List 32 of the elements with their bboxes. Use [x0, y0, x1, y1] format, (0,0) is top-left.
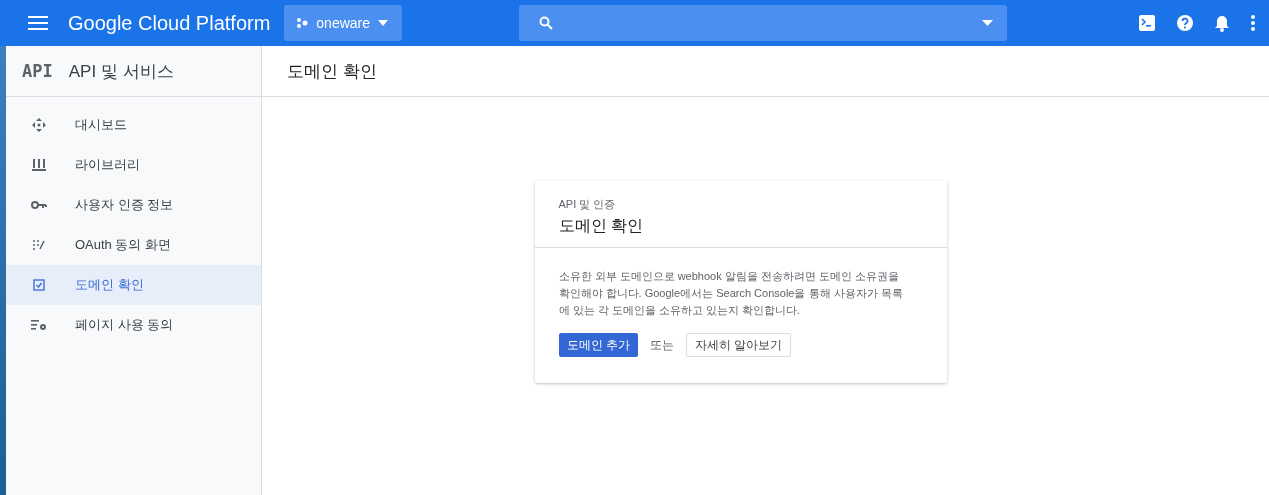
search-field[interactable]: [519, 5, 1008, 41]
library-icon: [32, 158, 46, 172]
app-title: Google Cloud Platform: [68, 11, 271, 35]
sidebar-item[interactable]: 도메인 확인: [6, 265, 261, 305]
more-icon[interactable]: [1251, 15, 1255, 31]
menu-icon[interactable]: [28, 16, 48, 30]
card-subtitle: API 및 인증: [558, 197, 617, 212]
add-domain-button[interactable]: 도메인 추가: [558, 333, 638, 357]
sidebar-item[interactable]: 라이브러리: [6, 145, 261, 185]
move-icon: [32, 118, 46, 132]
caret-icon: [378, 20, 389, 26]
learn-more-button[interactable]: 자세히 알아보기: [685, 333, 792, 357]
sidebar-item[interactable]: 대시보드: [6, 105, 261, 145]
or-label: 또는: [649, 336, 674, 354]
sidebar-item[interactable]: 사용자 인증 정보: [6, 185, 261, 225]
search-icon: [539, 16, 554, 30]
checkbox-icon: [33, 279, 45, 291]
sidebar-title: API 및 서비스: [68, 60, 174, 83]
sidebar-item[interactable]: OAuth 동의 화면: [6, 225, 261, 265]
list-gear-icon: [31, 319, 47, 331]
terminal-icon[interactable]: [1139, 15, 1155, 31]
dots-icon: [32, 239, 46, 251]
help-icon[interactable]: [1177, 15, 1193, 31]
description: 소유한 외부 도메인으로 webhook 알림을 전송하려면 도메인 소유권을 확인해야 합니다. Google에서는 Search Console을 통해 사용자가 목록에 있는 각 도메인을 소유하고 있는지 확인합니다.: [558, 269, 904, 318]
api-logo: API: [22, 61, 53, 81]
card-title: 도메인 확인: [558, 216, 644, 236]
sidebar-item[interactable]: 페이지 사용 동의: [6, 305, 261, 345]
bell-icon[interactable]: [1215, 14, 1229, 32]
page-title: 도메인 확인: [287, 60, 377, 83]
caret-icon[interactable]: [982, 20, 994, 26]
key-icon: [31, 200, 47, 210]
project-icon: [296, 17, 309, 29]
